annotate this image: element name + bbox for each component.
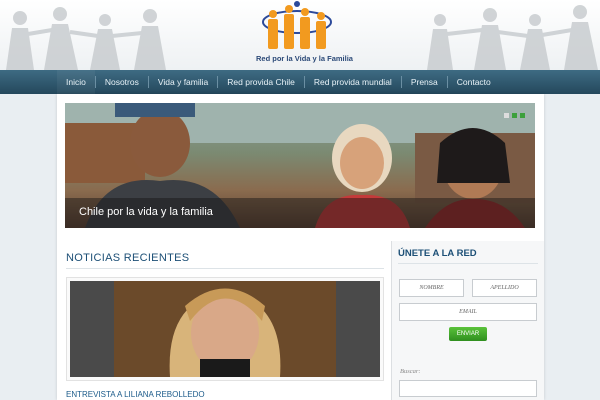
nav-item-prensa[interactable]: Prensa [402, 70, 447, 94]
email-field[interactable]: EMAIL [399, 303, 537, 321]
name-field[interactable]: NOMBRE [399, 279, 464, 297]
nav-item-contacto[interactable]: Contacto [448, 70, 500, 94]
people-silhouette-left [6, 7, 166, 70]
join-title: ÚNETE A LA RED [398, 248, 477, 259]
news-item-link[interactable]: ENTREVISTA A LILIANA REBOLLEDO [66, 390, 205, 399]
divider [398, 263, 538, 264]
nav-item-vida-y-familia[interactable]: Vida y familia [149, 70, 217, 94]
portrait-photo [70, 281, 380, 377]
slider-caption: Chile por la vida y la familia [79, 206, 213, 218]
surname-field[interactable]: APELLIDO [472, 279, 537, 297]
nav-item-red-provida-chile[interactable]: Red provida Chile [218, 70, 304, 94]
logo-text: Red por la Vida y la Familia [256, 54, 353, 63]
news-image[interactable] [70, 281, 380, 377]
divider [66, 268, 384, 269]
submit-button[interactable]: ENVIAR [449, 327, 487, 341]
search-label: Buscar: [400, 368, 421, 375]
nav-item-nosotros[interactable]: Nosotros [96, 70, 148, 94]
slider-dot-active[interactable] [512, 113, 517, 118]
slider-pager [504, 113, 525, 118]
slider-caption-bar: Chile por la vida y la familia [65, 198, 535, 228]
main-nav: Inicio Nosotros Vida y familia Red provi… [0, 70, 600, 94]
news-section-title: NOTICIAS RECIENTES [66, 252, 190, 264]
site-header: Red por la Vida y la Familia [0, 0, 600, 70]
nav-item-red-provida-mundial[interactable]: Red provida mundial [305, 70, 401, 94]
search-input[interactable] [399, 380, 537, 397]
nav-item-inicio[interactable]: Inicio [57, 70, 95, 94]
people-silhouette-right [427, 5, 598, 70]
slider-dot[interactable] [520, 113, 525, 118]
slider-dot[interactable] [504, 113, 509, 118]
